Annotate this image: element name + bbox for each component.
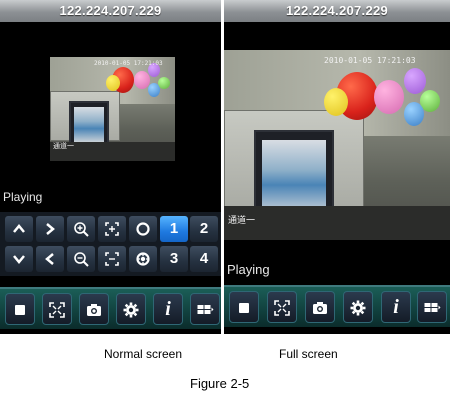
snapshot-button[interactable]: [305, 291, 335, 323]
fullscreen-button[interactable]: [267, 291, 297, 323]
layout-button[interactable]: [417, 291, 447, 323]
channel-4-button[interactable]: 4: [190, 246, 218, 272]
timestamp-overlay: 2010-01-05 17:21:03: [94, 60, 163, 67]
balloon-yellow: [106, 75, 120, 91]
gear-icon: [350, 300, 366, 316]
full-screen-phone: 122.224.207.229 2010-01-05 17:21:03 通道一 …: [224, 0, 450, 334]
layout-button[interactable]: [190, 293, 220, 325]
info-button[interactable]: i: [381, 291, 411, 323]
channel-1-button[interactable]: 1: [160, 216, 188, 242]
layout-icon: [424, 303, 441, 312]
balloon-green: [158, 77, 170, 89]
ptz-left-button[interactable]: [36, 246, 64, 272]
focus-near-button[interactable]: [98, 216, 126, 242]
bottom-toolbar: i: [224, 285, 450, 327]
stop-icon: [15, 305, 25, 315]
iris-open-icon: [136, 222, 150, 236]
gear-icon: [123, 302, 139, 318]
focus-far-button[interactable]: [98, 246, 126, 272]
chevron-up-icon: [13, 224, 25, 233]
settings-button[interactable]: [116, 293, 146, 325]
fullscreen-button[interactable]: [42, 293, 72, 325]
balloon-blue: [404, 102, 424, 126]
stop-icon: [239, 303, 249, 313]
camera-view[interactable]: 2010-01-05 17:21:03 通道一: [50, 57, 175, 161]
channel-label-overlay: 通道一: [228, 216, 256, 226]
ptz-down-button[interactable]: [5, 246, 33, 272]
channel-3-button[interactable]: 3: [160, 246, 188, 272]
snapshot-button[interactable]: [79, 293, 109, 325]
zoom-out-button[interactable]: [67, 246, 95, 272]
ptz-keypad: 1 2 3 4: [0, 212, 221, 276]
camera-icon: [313, 302, 327, 314]
fullscreen-icon: [49, 302, 65, 318]
focus-far-icon: [105, 252, 119, 266]
camera-view[interactable]: 2010-01-05 17:21:03 通道一: [224, 50, 450, 240]
cam-desk: [224, 205, 450, 240]
chevron-left-icon: [45, 253, 54, 265]
zoom-in-button[interactable]: [67, 216, 95, 242]
bottom-toolbar: i: [0, 287, 221, 329]
channel-label-overlay: 通道一: [53, 142, 74, 150]
figure-caption: Figure 2-5: [190, 376, 250, 391]
balloon-purple: [404, 68, 426, 94]
fullscreen-icon: [274, 300, 290, 316]
balloon-blue: [148, 83, 160, 97]
stop-button[interactable]: [5, 293, 35, 325]
playing-status: Playing: [3, 190, 43, 204]
balloon-yellow: [324, 88, 348, 116]
stop-button[interactable]: [229, 291, 259, 323]
settings-button[interactable]: [343, 291, 373, 323]
chevron-right-icon: [46, 223, 55, 235]
ptz-right-button[interactable]: [36, 216, 64, 242]
info-button[interactable]: i: [153, 293, 183, 325]
info-icon: i: [393, 296, 399, 318]
timestamp-overlay: 2010-01-05 17:21:03: [324, 56, 416, 65]
layout-icon: [197, 305, 214, 314]
ptz-up-button[interactable]: [5, 216, 33, 242]
balloon-pink: [374, 80, 404, 114]
normal-screen-phone: 122.224.207.229 2010-01-05 17:21:03 通道一 …: [0, 0, 221, 334]
zoom-in-icon: [74, 222, 89, 237]
zoom-out-icon: [74, 252, 89, 267]
iris-close-button[interactable]: [129, 246, 157, 272]
ip-title-bar: 122.224.207.229: [224, 0, 450, 22]
info-icon: i: [165, 298, 171, 320]
chevron-down-icon: [13, 255, 25, 264]
iris-close-icon: [136, 252, 150, 266]
camera-icon: [87, 304, 101, 316]
caption-normal-screen: Normal screen: [104, 347, 183, 361]
channel-2-button[interactable]: 2: [190, 216, 218, 242]
iris-open-button[interactable]: [129, 216, 157, 242]
focus-near-icon: [105, 222, 119, 236]
playing-status: Playing: [227, 262, 270, 277]
ip-title-bar: 122.224.207.229: [0, 0, 221, 22]
caption-full-screen: Full screen: [279, 347, 338, 361]
